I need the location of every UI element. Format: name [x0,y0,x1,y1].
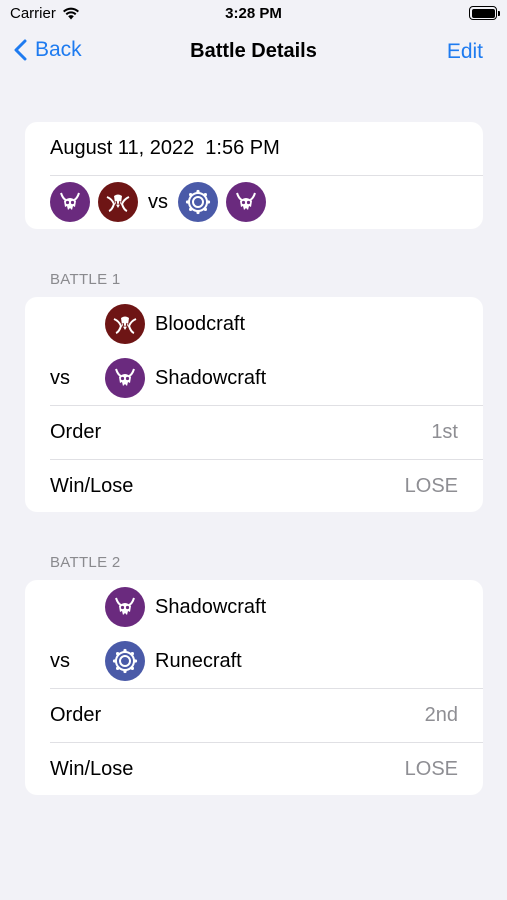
datetime-row: August 11, 2022 1:56 PM [25,122,483,175]
result-label: Win/Lose [50,474,134,497]
result-value: LOSE [404,757,458,780]
shadowcraft-emblem-icon [105,587,145,627]
battle-datetime: August 11, 2022 1:56 PM [50,137,280,159]
shadowcraft-emblem-icon [50,182,90,222]
bloodcraft-emblem-icon [98,182,138,222]
battle-2-player-row: Shadowcraft [25,580,483,634]
status-time: 3:28 PM [225,5,282,22]
page-title: Battle Details [190,40,317,62]
battle-1-card: Bloodcraft vs Shadowcraft Order 1st Win/… [25,297,483,512]
runecraft-emblem-icon [178,182,218,222]
battery-icon [469,6,500,20]
battle-1-player-class: Bloodcraft [155,312,246,335]
result-value: LOSE [404,474,458,497]
battle-2-header: BATTLE 2 [50,554,121,571]
order-label: Order [50,420,102,443]
nav-bar: Back Battle Details Edit [0,28,507,78]
battle-2-result-row[interactable]: Win/Lose LOSE [25,742,483,795]
summary-vs-label: vs [148,190,168,213]
battle-1-vs-label: vs [50,366,70,389]
battle-1-opponent-class: Shadowcraft [155,366,267,389]
shadowcraft-emblem-icon [105,358,145,398]
deck-matchup-row: vs [25,175,483,229]
battle-2-opponent-row: vs Runecraft [25,634,483,688]
battle-1-opponent-row: vs Shadowcraft [25,351,483,405]
status-bar: Carrier 3:28 PM [0,0,507,28]
order-value: 1st [431,420,458,443]
edit-button[interactable]: Edit [447,40,483,64]
battle-1-header: BATTLE 1 [50,271,121,288]
runecraft-emblem-icon [105,641,145,681]
order-value: 2nd [424,703,458,726]
battle-1-result-row[interactable]: Win/Lose LOSE [25,459,483,512]
battle-1-player-row: Bloodcraft [25,297,483,351]
shadowcraft-emblem-icon [226,182,266,222]
bloodcraft-emblem-icon [105,304,145,344]
battle-1-order-row[interactable]: Order 1st [25,405,483,459]
battle-2-order-row[interactable]: Order 2nd [25,688,483,742]
battle-2-card: Shadowcraft vs Runecraft Order 2nd Win/L… [25,580,483,795]
battle-2-vs-label: vs [50,649,70,672]
battle-2-player-class: Shadowcraft [155,595,267,618]
summary-card: August 11, 2022 1:56 PM vs [25,122,483,229]
result-label: Win/Lose [50,757,134,780]
order-label: Order [50,703,102,726]
battle-2-opponent-class: Runecraft [155,649,242,672]
